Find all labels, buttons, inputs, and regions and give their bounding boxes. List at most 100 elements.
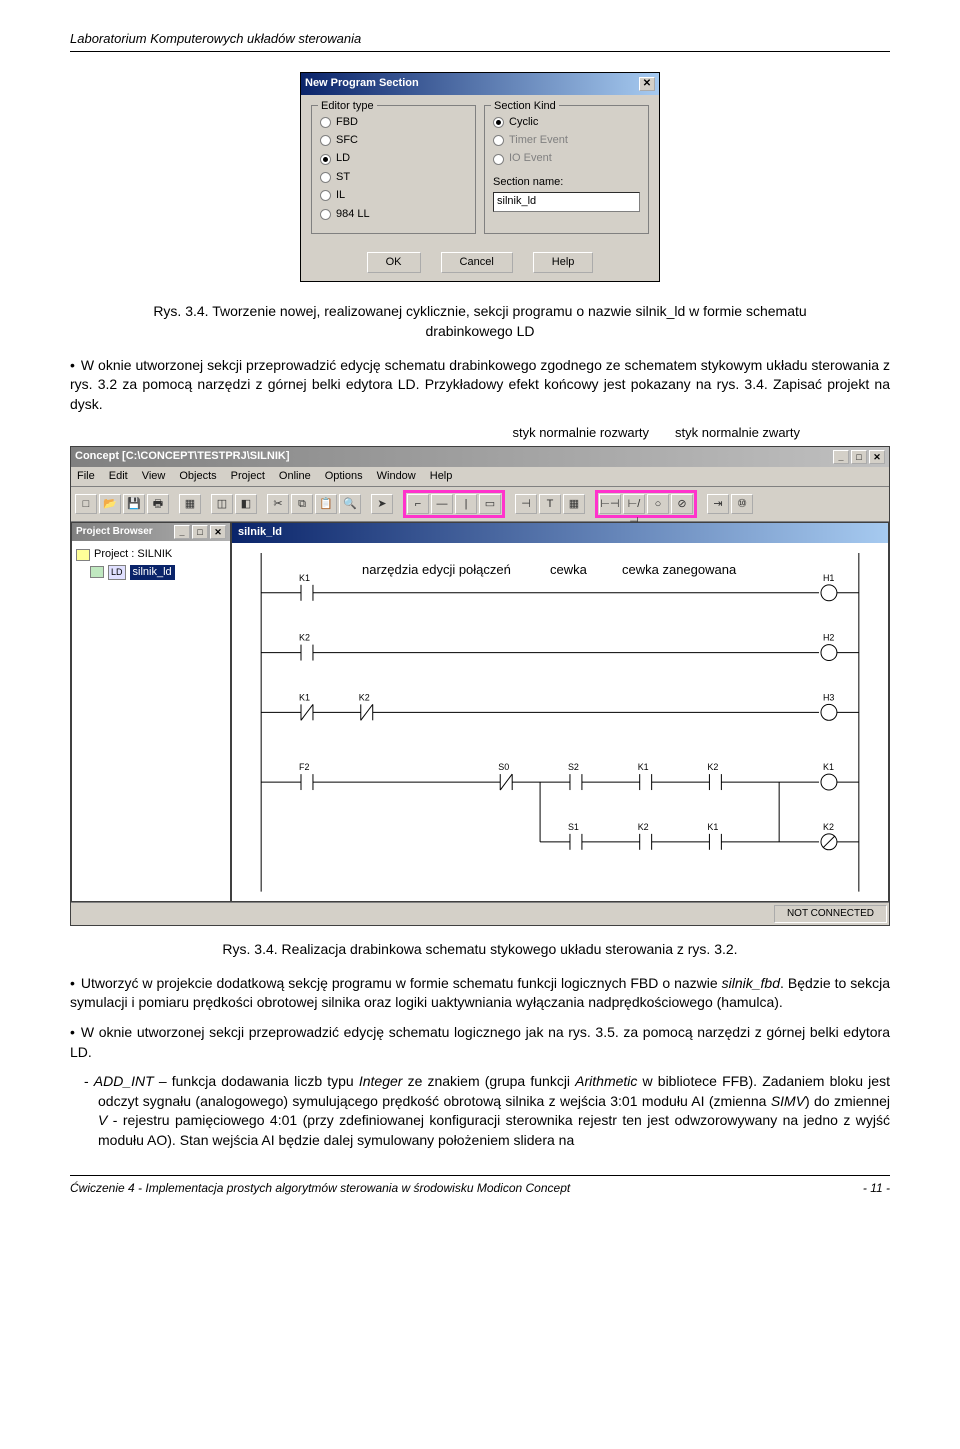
tool-icon[interactable]: ▦ <box>179 494 201 514</box>
ncoil-icon[interactable]: ⊘ <box>671 494 693 514</box>
menubar: File Edit View Objects Project Online Op… <box>71 467 889 487</box>
text-tool-icon[interactable]: T <box>539 494 561 514</box>
ok-button[interactable]: OK <box>367 252 421 273</box>
svg-text:F2: F2 <box>299 762 309 772</box>
radio-label: IO Event <box>509 151 552 166</box>
project-node[interactable]: Project : SILNIK <box>76 547 226 562</box>
radio-label: 984 LL <box>336 207 370 222</box>
block-tool-icon[interactable]: ▭ <box>479 494 501 514</box>
paragraph-2: •Utworzyć w projekcie dodatkową sekcję p… <box>70 974 890 1013</box>
tool-icon[interactable]: ◫ <box>211 494 233 514</box>
dialog-title: New Program Section <box>305 76 419 91</box>
open-icon[interactable]: 📂 <box>99 494 121 514</box>
close-icon[interactable]: ✕ <box>869 450 885 464</box>
section-name-input[interactable]: silnik_ld <box>493 192 640 211</box>
annot-nc-contact: styk normalnie zwarty <box>675 424 800 442</box>
status-connection: NOT CONNECTED <box>774 905 887 923</box>
ld-editor-window: silnik_ld narzędzia edycji połączeń cewk… <box>231 522 889 902</box>
hline-tool-icon[interactable]: — <box>431 494 453 514</box>
minimize-icon[interactable]: _ <box>174 525 190 539</box>
svg-text:S2: S2 <box>568 762 579 772</box>
ld-window-title: silnik_ld <box>238 526 282 538</box>
radio-cyclic[interactable]: Cyclic <box>493 115 640 130</box>
svg-text:S0: S0 <box>498 762 509 772</box>
radio-sfc[interactable]: SFC <box>320 133 467 148</box>
editor-legend: Editor type <box>318 99 377 114</box>
maximize-icon[interactable]: □ <box>851 450 867 464</box>
svg-text:K2: K2 <box>359 692 370 702</box>
pointer-icon[interactable]: ➤ <box>371 494 393 514</box>
paragraph-4: - ADD_INT – funkcja dodawania liczb typu… <box>70 1072 890 1150</box>
new-icon[interactable]: □ <box>75 494 97 514</box>
copy-icon[interactable]: ⧉ <box>291 494 313 514</box>
svg-text:K2: K2 <box>823 822 834 832</box>
highlight-contact-tools: ⊢⊣ ⊢/⊣ ○ ⊘ <box>595 490 697 518</box>
radio-label: ST <box>336 170 350 185</box>
radio-label: SFC <box>336 133 358 148</box>
tool-icon[interactable]: ◧ <box>235 494 257 514</box>
zoom-icon[interactable]: 🔍 <box>339 494 361 514</box>
section-label: silnik_ld <box>130 565 175 580</box>
dialog-screenshot: New Program Section ✕ Editor type FBD SF… <box>70 72 890 282</box>
radio-label: Timer Event <box>509 133 568 148</box>
tool-icon[interactable]: ⊣ <box>515 494 537 514</box>
menu-project[interactable]: Project <box>231 469 265 484</box>
paragraph-1: •W oknie utworzonej sekcji przeprowadzić… <box>70 356 890 415</box>
svg-text:K2: K2 <box>299 632 310 642</box>
tool-icon[interactable]: ⇥ <box>707 494 729 514</box>
close-icon[interactable]: ✕ <box>639 77 655 91</box>
svg-text:K1: K1 <box>299 692 310 702</box>
cut-icon[interactable]: ✂ <box>267 494 289 514</box>
tool-icon[interactable]: ⑩ <box>731 494 753 514</box>
radio-fbd[interactable]: FBD <box>320 115 467 130</box>
svg-text:K2: K2 <box>707 762 718 772</box>
svg-text:S1: S1 <box>568 822 579 832</box>
top-annotations: styk normalnie rozwarty styk normalnie z… <box>70 424 890 442</box>
menu-view[interactable]: View <box>142 469 166 484</box>
svg-text:K1: K1 <box>823 762 834 772</box>
save-icon[interactable]: 💾 <box>123 494 145 514</box>
close-icon[interactable]: ✕ <box>210 525 226 539</box>
maximize-icon[interactable]: □ <box>192 525 208 539</box>
help-button[interactable]: Help <box>533 252 594 273</box>
svg-text:H2: H2 <box>823 632 834 642</box>
section-kind-group: Section Kind Cyclic Timer Event IO Event… <box>484 105 649 234</box>
annot-ncoil: cewka zanegowana <box>622 561 736 579</box>
radio-st[interactable]: ST <box>320 170 467 185</box>
radio-label: Cyclic <box>509 115 538 130</box>
menu-edit[interactable]: Edit <box>109 469 128 484</box>
menu-window[interactable]: Window <box>377 469 416 484</box>
coil-icon[interactable]: ○ <box>647 494 669 514</box>
figure-caption-3-4b: Rys. 3.4. Realizacja drabinkowa schematu… <box>110 940 850 960</box>
grid-icon[interactable]: ▦ <box>563 494 585 514</box>
section-node[interactable]: LD silnik_ld <box>76 565 226 580</box>
paste-icon[interactable]: 📋 <box>315 494 337 514</box>
kind-legend: Section Kind <box>491 99 559 114</box>
menu-file[interactable]: File <box>77 469 95 484</box>
menu-options[interactable]: Options <box>325 469 363 484</box>
radio-984ll[interactable]: 984 LL <box>320 207 467 222</box>
highlight-connection-tools: ⌐ — | ▭ <box>403 490 505 518</box>
project-browser-title: Project Browser <box>76 525 153 539</box>
statusbar: NOT CONNECTED <box>71 902 889 925</box>
ld-badge: LD <box>108 565 126 580</box>
minimize-icon[interactable]: _ <box>833 450 849 464</box>
link-tool-icon[interactable]: ⌐ <box>407 494 429 514</box>
annot-no-contact: styk normalnie rozwarty <box>512 424 649 442</box>
radio-il[interactable]: IL <box>320 188 467 203</box>
radio-label: LD <box>336 151 350 166</box>
menu-online[interactable]: Online <box>279 469 311 484</box>
annot-conn-tools: narzędzia edycji połączeń <box>362 561 511 579</box>
no-contact-icon[interactable]: ⊢⊣ <box>599 494 621 514</box>
menu-objects[interactable]: Objects <box>179 469 216 484</box>
radio-label: IL <box>336 188 345 203</box>
paragraph-3: •W oknie utworzonej sekcji przeprowadzić… <box>70 1023 890 1062</box>
vline-tool-icon[interactable]: | <box>455 494 477 514</box>
nc-contact-icon[interactable]: ⊢/⊣ <box>623 494 645 514</box>
print-icon[interactable]: 🖶 <box>147 494 169 514</box>
page-footer: Ćwiczenie 4 - Implementacja prostych alg… <box>70 1175 890 1197</box>
cancel-button[interactable]: Cancel <box>441 252 513 273</box>
footer-left: Ćwiczenie 4 - Implementacja prostych alg… <box>70 1180 570 1197</box>
menu-help[interactable]: Help <box>430 469 453 484</box>
radio-ld[interactable]: LD <box>320 151 467 166</box>
